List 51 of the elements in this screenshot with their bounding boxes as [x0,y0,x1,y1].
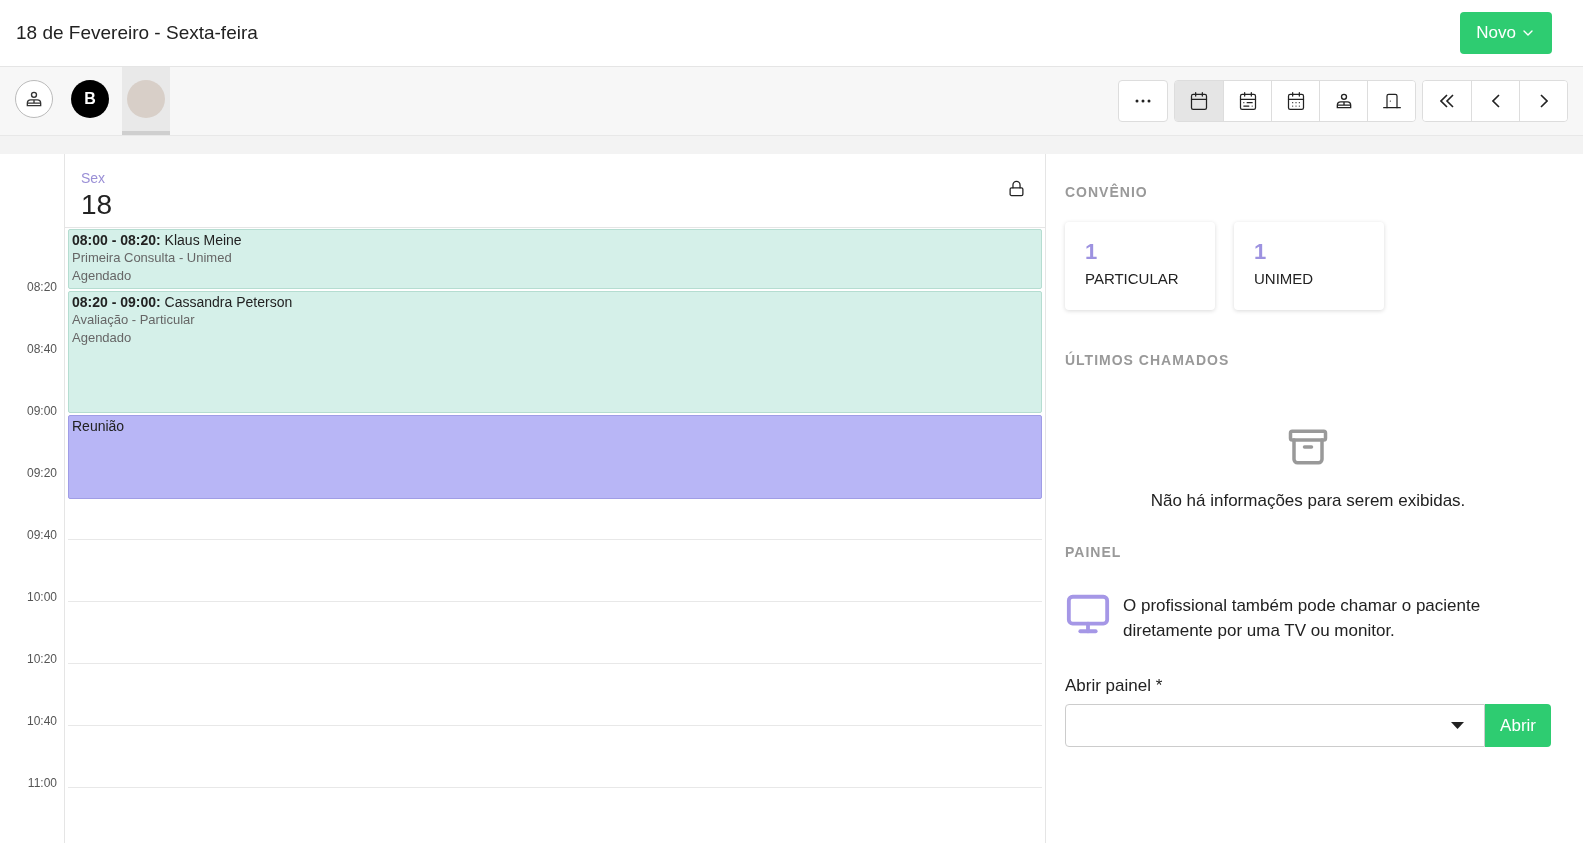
event-title: 08:00 - 08:20: Klaus Meine [72,231,243,249]
calendar-icon [1189,91,1209,111]
calendar-event[interactable]: 08:20 - 09:00: Cassandra Peterson Avaliação - Particular Agendado [68,291,1042,413]
chevron-left-icon [1491,94,1500,108]
professional-avatar[interactable]: B [71,80,109,118]
event-title: Reunião [72,417,126,435]
time-label: 11:00 [27,775,57,792]
section-heading: CONVÊNIO [1065,182,1149,202]
card-count: 1 [1254,239,1268,265]
event-status: Agendado [72,329,133,347]
caret-icon [1451,722,1465,729]
time-label: 10:00 [26,589,57,606]
time-label: 09:00 [26,403,57,420]
card-label: UNIMED [1254,269,1315,289]
day-number: 18 [81,189,113,221]
person-icon [24,89,44,109]
calendar-grid-icon [1285,91,1306,111]
door-icon [1381,91,1402,111]
more-icon [1135,99,1151,103]
page-title: 18 de Fevereiro - Sexta-feira [16,20,258,45]
section-heading: PAINEL [1065,542,1123,562]
card-count: 1 [1085,239,1099,265]
lock-icon [1008,180,1025,197]
view-button[interactable] [1175,81,1223,121]
time-label: 08:40 [26,341,57,358]
calendar-event[interactable]: Reunião [68,415,1042,499]
calendar-icon [1237,91,1258,111]
view-button[interactable] [1319,81,1367,121]
event-status: Agendado [72,267,133,285]
event-detail: Primeira Consulta - Unimed [72,249,233,267]
time-label: 10:40 [26,713,57,730]
card-label: PARTICULAR [1085,269,1180,289]
view-button[interactable] [1223,81,1271,121]
time-label: 09:40 [26,527,57,544]
professional-tab[interactable]: B [66,67,114,135]
field-label: Abrir painel * [1065,674,1164,697]
event-title: 08:20 - 09:00: Cassandra Peterson [72,293,294,311]
section-heading: ÚLTIMOS CHAMADOS [1065,350,1231,370]
time-label: 08:20 [26,279,57,296]
calendar-event[interactable]: 08:00 - 08:20: Klaus Meine Primeira Consulta - Unimed Agendado [68,229,1042,289]
chevron-right-icon [1539,94,1548,108]
event-detail: Avaliação - Particular [72,311,196,329]
empty-message: Não há informações para serem exibidas. [1150,490,1466,512]
professional-avatar[interactable] [15,80,53,118]
panel-description: O profissional também pode chamar o paciente diretamente por uma TV ou monitor. [1123,594,1482,642]
view-button[interactable] [1271,81,1319,121]
time-label: 10:20 [26,651,57,668]
nav-button[interactable] [1423,81,1471,121]
time-label: 09:20 [26,465,57,482]
double-chevron-left-icon [1440,94,1454,108]
weekday-label: Sex [81,169,107,188]
